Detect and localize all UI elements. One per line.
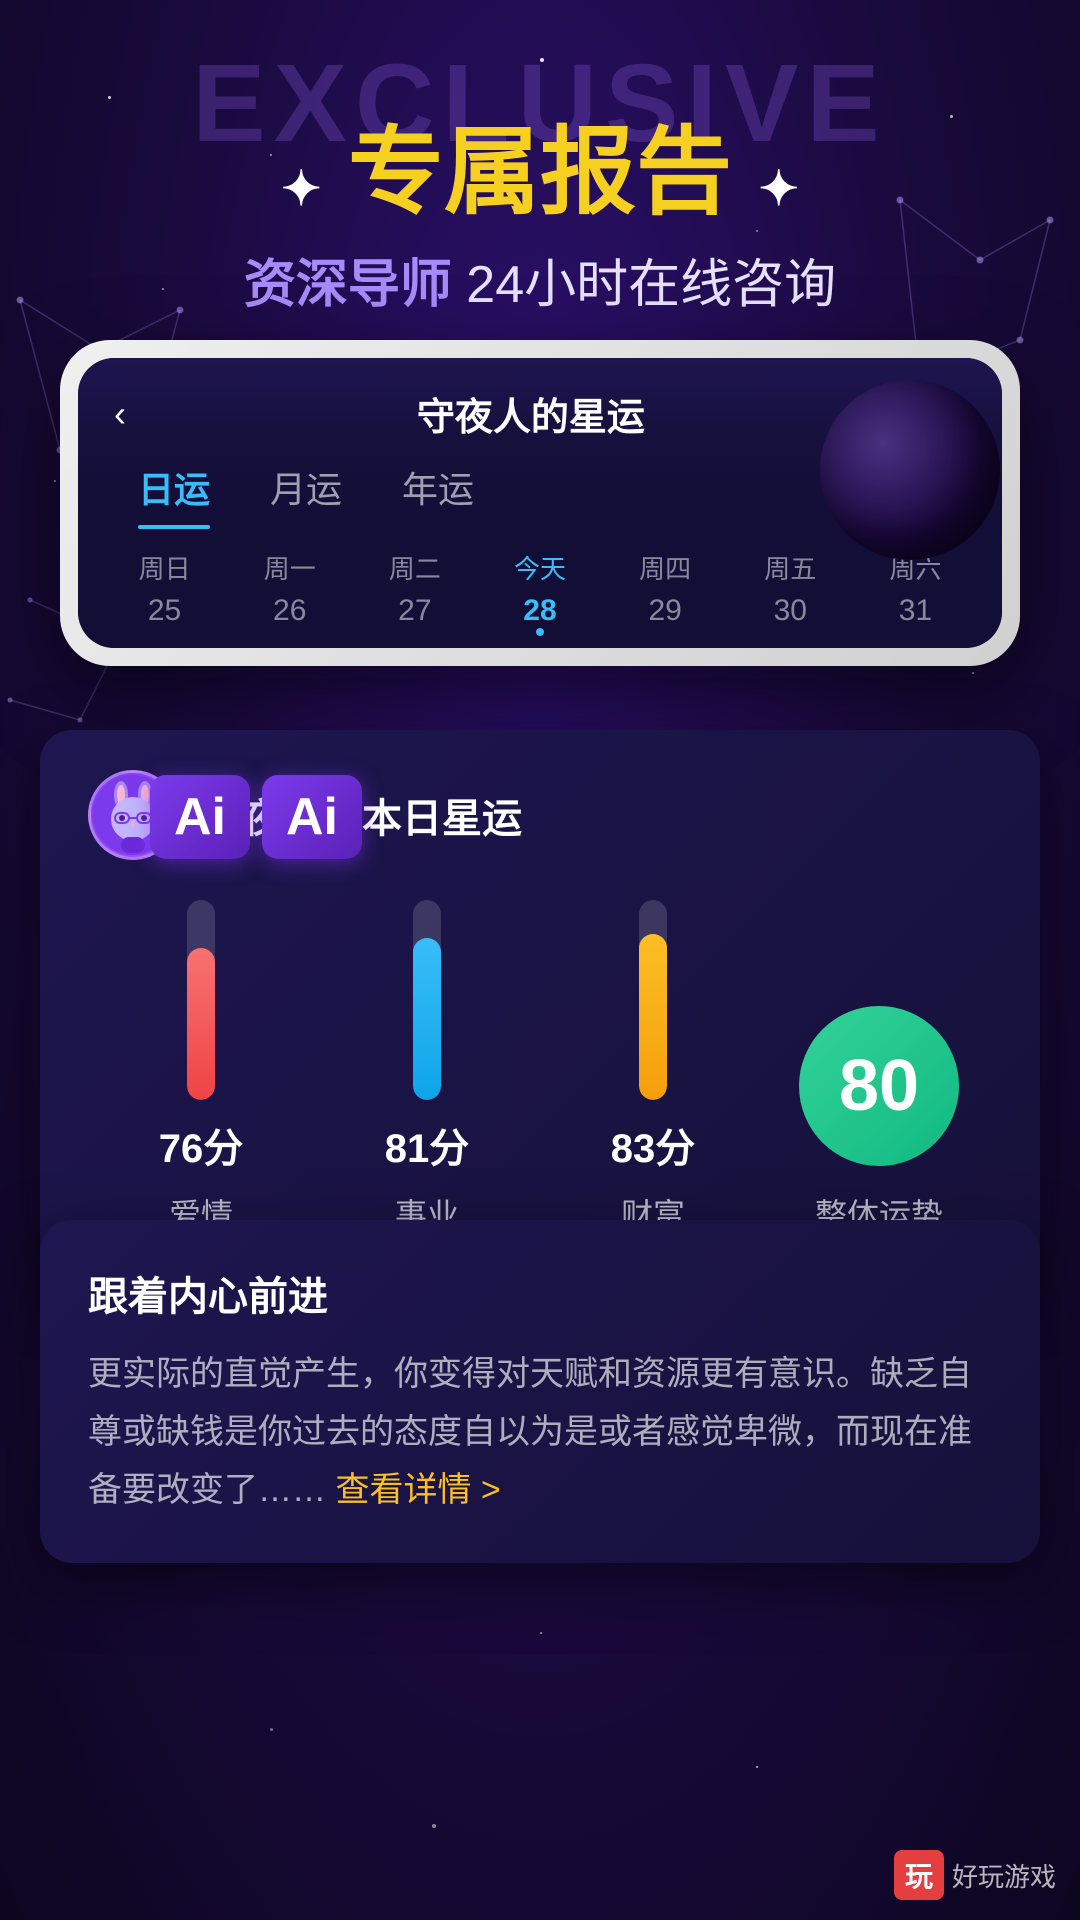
tab-daily[interactable]: 日运 xyxy=(138,461,210,529)
tab-yearly[interactable]: 年运 xyxy=(402,461,474,529)
week-num-thu: 29 xyxy=(648,594,681,628)
ai-badge-1: Ai xyxy=(150,775,250,859)
week-num-fri: 30 xyxy=(774,594,807,628)
score-number-love: 76分 xyxy=(159,1116,244,1174)
sparkle-right: ✦ xyxy=(759,163,799,216)
tab-monthly[interactable]: 月运 xyxy=(270,461,342,529)
score-item-love: 76分 爱情 xyxy=(88,900,314,1236)
week-day-thu[interactable]: 周四 29 xyxy=(639,549,691,628)
week-num-sun: 25 xyxy=(148,594,181,628)
bar-career xyxy=(413,900,441,1100)
score-item-wealth: 83分 财富 xyxy=(540,900,766,1236)
week-day-sun[interactable]: 周日 25 xyxy=(139,549,191,628)
overall-score-circle: 80 xyxy=(799,1006,959,1166)
headline-main: ✦ 专属报告 ✦ xyxy=(0,120,1080,226)
bar-fill-career xyxy=(413,938,441,1100)
bar-fill-love xyxy=(187,948,215,1100)
week-num-today: 28 xyxy=(523,594,556,627)
week-num-sat: 31 xyxy=(899,594,932,628)
scores-row: 76分 爱情 81分 事业 83分 财富 80 整体运势 xyxy=(88,900,992,1236)
text-card-heading: 跟着内心前进 xyxy=(88,1264,992,1322)
sparkle-left: ✦ xyxy=(281,163,321,216)
overall-score-item: 80 整体运势 xyxy=(766,1006,992,1236)
phone-title: 守夜人的星运 xyxy=(417,386,645,441)
week-day-sat[interactable]: 周六 31 xyxy=(889,549,941,628)
bar-fill-wealth xyxy=(639,934,667,1100)
watermark: 玩 好玩游戏 xyxy=(894,1850,1056,1900)
headline-section: ✦ 专属报告 ✦ 资深导师 24小时在线咨询 xyxy=(0,120,1080,317)
week-num-tue: 27 xyxy=(398,594,431,628)
text-card-content: 更实际的直觉产生，你变得对天赋和资源更有意识。缺乏自尊或缺钱是你过去的态度自以为… xyxy=(88,1355,972,1509)
text-card-body: 更实际的直觉产生，你变得对天赋和资源更有意识。缺乏自尊或缺钱是你过去的态度自以为… xyxy=(88,1346,992,1519)
week-day-tue[interactable]: 周二 27 xyxy=(389,549,441,628)
week-name-mon: 周一 xyxy=(264,549,316,586)
back-button[interactable]: ‹ xyxy=(114,393,126,435)
week-name-sun: 周日 xyxy=(139,549,191,586)
week-name-thu: 周四 xyxy=(639,549,691,586)
ai-badge-2: Ai xyxy=(262,775,362,859)
watermark-text: 好玩游戏 xyxy=(952,1857,1056,1894)
week-name-fri: 周五 xyxy=(764,549,816,586)
week-day-today[interactable]: 今天 28 xyxy=(514,549,566,628)
score-number-wealth: 83分 xyxy=(611,1116,696,1174)
score-item-career: 81分 事业 xyxy=(314,900,540,1236)
week-num-mon: 26 xyxy=(273,594,306,628)
watermark-icon: 玩 xyxy=(894,1850,944,1900)
subtitle-highlight: 资深导师 xyxy=(244,256,452,314)
ai-badges-container: Ai Ai xyxy=(150,775,362,859)
subtitle-rest: 24小时在线咨询 xyxy=(452,256,836,314)
bar-wealth xyxy=(639,900,667,1100)
subtitle: 资深导师 24小时在线咨询 xyxy=(0,242,1080,317)
week-day-mon[interactable]: 周一 26 xyxy=(264,549,316,628)
week-name-tue: 周二 xyxy=(389,549,441,586)
more-link[interactable]: 查看详情 > xyxy=(335,1471,500,1509)
week-name-today: 今天 xyxy=(514,549,566,586)
bar-love xyxy=(187,900,215,1100)
week-day-fri[interactable]: 周五 30 xyxy=(764,549,816,628)
planet-decoration xyxy=(820,380,1000,560)
overall-number: 80 xyxy=(839,1050,919,1122)
text-card: 跟着内心前进 更实际的直觉产生，你变得对天赋和资源更有意识。缺乏自尊或缺钱是你过… xyxy=(40,1220,1040,1563)
score-number-career: 81分 xyxy=(385,1116,470,1174)
headline-title: 专属报告 xyxy=(348,119,732,226)
